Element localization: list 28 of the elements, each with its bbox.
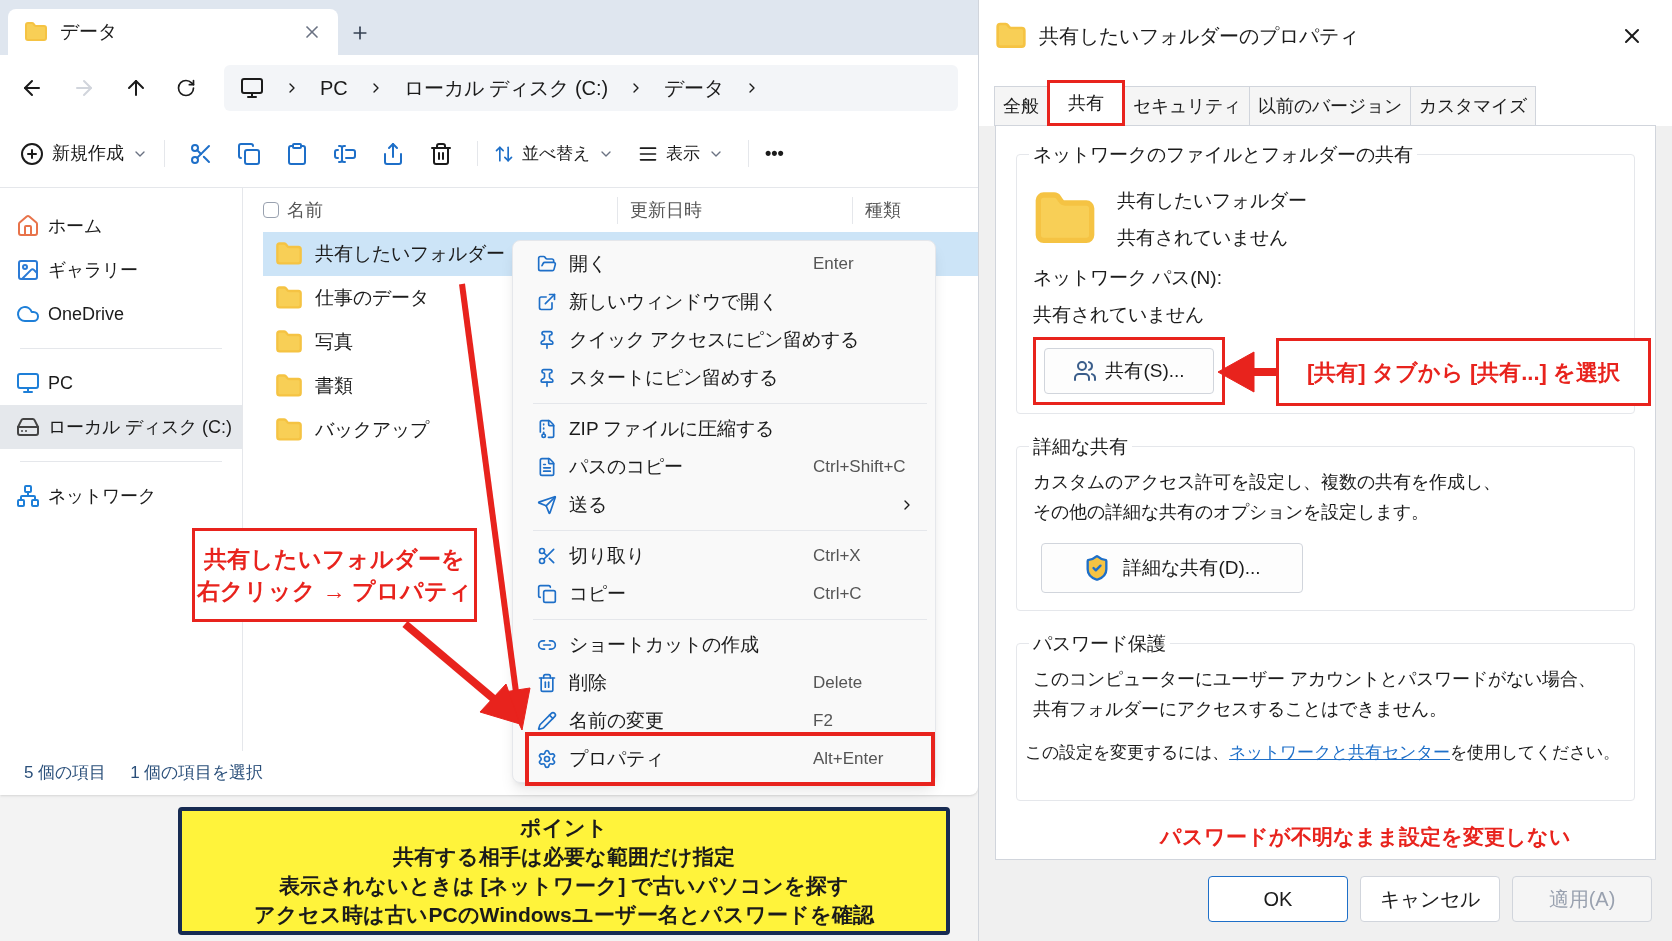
description-text: その他の詳細な共有のオプションを設定します。 — [1033, 501, 1430, 524]
path-value: 共有されていません — [1033, 302, 1205, 327]
folder-name: 共有したいフォルダー — [1117, 189, 1307, 213]
tip-text: 共有する相手は必要な範囲だけ指定 — [393, 844, 735, 871]
shortcut-text: Enter — [813, 253, 855, 276]
tip-text: 表示されないときは [ネットワーク] で古いパソコンを探す — [278, 873, 850, 900]
shortcut-text: Delete — [813, 672, 864, 695]
description-text: カスタムのアクセス許可を設定し、複数の共有を作成し、 — [1033, 471, 1502, 494]
status-text: 5 個の項目 — [24, 762, 107, 785]
callout-text: 共有したいフォルダーを — [204, 545, 465, 574]
status-text: 1 個の項目を選択 — [130, 762, 264, 785]
callout-text: 右クリック → プロパティ — [197, 577, 472, 606]
description-text: この設定を変更するには、ネットワークと共有センターを使用してください。 — [1025, 742, 1621, 764]
shortcut-text: F2 — [813, 710, 834, 733]
share-status: 共有されていません — [1117, 225, 1289, 250]
tip-text: アクセス時は古いPCのWindowsユーザー名とパスワードを確認 — [254, 902, 874, 928]
shortcut-text: Ctrl+C — [813, 583, 863, 606]
description-text: 共有フォルダーにアクセスすることはできません。 — [1033, 698, 1448, 721]
callout-text: [共有] タブから [共有...] を選択 — [1307, 358, 1620, 387]
shortcut-text: Ctrl+X — [813, 545, 862, 568]
description-text: このコンピューターにユーザー アカウントとパスワードがない場合、 — [1033, 668, 1597, 691]
tip-title: ポイント — [520, 815, 608, 841]
shortcut-text: Ctrl+Shift+C — [813, 456, 907, 479]
window-title: 共有したいフォルダーのプロパティ — [1039, 24, 1360, 49]
tab-title: データ — [60, 19, 118, 44]
shortcut-text: Alt+Enter — [813, 748, 885, 771]
warning-text: パスワードが不明なまま設定を変更しない — [1158, 824, 1572, 851]
path-label: ネットワーク パス(N): — [1033, 266, 1223, 290]
